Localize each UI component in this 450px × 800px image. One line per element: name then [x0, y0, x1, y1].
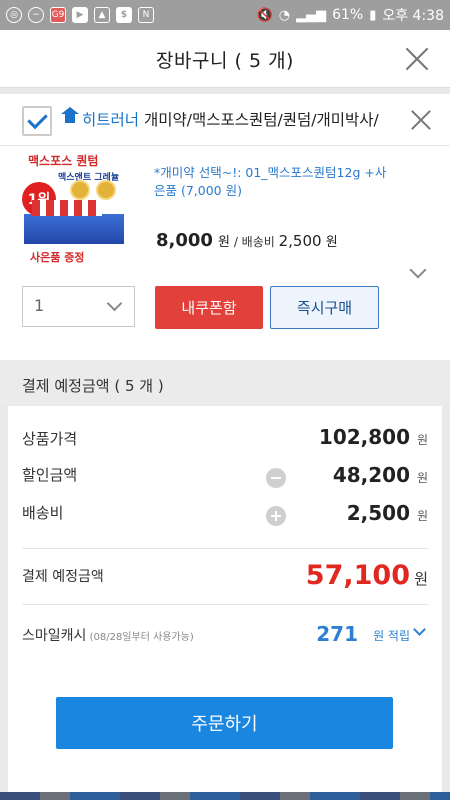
item-checkbox[interactable]	[22, 106, 52, 136]
image-icon: ▲	[94, 7, 110, 23]
medal-icon	[70, 180, 90, 200]
battery-icon: ▮	[369, 7, 377, 23]
product-price-unit: 원	[416, 433, 428, 447]
seller-row: 히트러너 개미약/맥스포스퀀텀/퀀덤/개미박사/	[0, 94, 450, 146]
smile-cash-label: 스마일캐시 (08/28일부터 사용가능)	[22, 625, 194, 645]
quantity-value: 1	[34, 296, 45, 315]
battery-percent: 61%	[332, 7, 364, 23]
seller-categories: 개미약/맥스포스퀀텀/퀀덤/개미박사/	[139, 111, 379, 129]
plus-icon	[266, 506, 286, 526]
discount-unit: 원	[416, 471, 428, 485]
smile-cash-value: 271	[316, 622, 358, 646]
smile-cash-title: 스마일캐시	[22, 628, 87, 644]
payment-summary: 상품가격 102,800 원 할인금액 48,200 원 배송비 2,500 원…	[8, 406, 442, 800]
product-price-value: 102,800	[318, 425, 410, 449]
shipping-summary-label: 배송비	[22, 504, 64, 522]
product-image-title: 맥스포스 퀀텀	[28, 154, 99, 168]
wifi-icon: ◔	[278, 7, 291, 23]
item-price-unit: 원	[218, 235, 230, 250]
summary-title: 결제 예정금액 ( 5 개 )	[22, 377, 164, 395]
discount-label: 할인금액	[22, 466, 78, 484]
total-label: 결제 예정금액	[22, 569, 104, 585]
nfc-icon: N	[138, 7, 154, 23]
chevron-down-icon	[106, 295, 123, 312]
minus-icon	[266, 468, 286, 488]
chevron-down-icon[interactable]	[413, 623, 426, 636]
dollar-app-icon: $	[116, 7, 132, 23]
chrome-icon: ◎	[6, 7, 22, 23]
remove-item-icon[interactable]	[410, 109, 432, 131]
youtube-icon: ▶	[72, 7, 88, 23]
product-price-label: 상품가격	[22, 430, 78, 448]
divider	[22, 548, 428, 549]
g9-app-icon: G9	[50, 7, 66, 23]
shipping-unit: 원	[321, 235, 338, 250]
bottom-banner-strip	[0, 792, 450, 800]
coupon-button[interactable]: 내쿠폰함	[155, 286, 263, 329]
buy-now-button[interactable]: 즉시구매	[270, 286, 379, 329]
product-image[interactable]: 맥스포스 퀀텀 맥스앤트 그레뉼 1위 사은품 증정	[20, 152, 136, 266]
option-text[interactable]: *개미약 선택~!: 01_맥스포스퀀텀12g +사은품 (7,000 원)	[154, 164, 390, 200]
order-button[interactable]: 주문하기	[56, 697, 393, 749]
shipping-summary-unit: 원	[416, 509, 428, 523]
signal-icon: ▂▄▆	[296, 7, 327, 23]
minus-circle-icon: −	[28, 7, 44, 23]
discount-value: 48,200	[332, 463, 410, 487]
seller-name: 히트러너	[82, 111, 140, 129]
status-bar: ◎ − G9 ▶ ▲ $ N 🔇 ◔ ▂▄▆ 61% ▮ 오후 4:38	[0, 0, 450, 30]
page-header: 장바구니 ( 5 개)	[0, 30, 450, 88]
seller-link[interactable]: 히트러너 개미약/맥스포스퀀텀/퀀덤/개미박사/	[82, 108, 392, 130]
product-package	[24, 200, 124, 244]
mute-icon: 🔇	[256, 7, 273, 23]
product-image-caption: 사은품 증정	[30, 251, 85, 264]
total-value: 57,100	[305, 560, 410, 591]
chevron-down-icon[interactable]	[409, 261, 427, 279]
status-time: 오후 4:38	[382, 8, 444, 24]
shipping-label: / 배송비	[230, 235, 279, 249]
medal-icon	[96, 180, 116, 200]
page-title: 장바구니 ( 5 개)	[156, 50, 294, 72]
summary-header: 결제 예정금액 ( 5 개 )	[0, 360, 450, 406]
quantity-select[interactable]: 1	[22, 286, 135, 327]
item-price: 8,000	[156, 230, 213, 251]
price-row: 8,000 원 / 배송비 2,500 원	[156, 230, 338, 251]
shipping-fee: 2,500	[278, 232, 322, 250]
total-unit: 원	[414, 570, 428, 588]
close-icon[interactable]	[404, 46, 430, 72]
smile-cash-unit: 원 적립	[373, 629, 410, 643]
divider	[22, 604, 428, 605]
home-icon	[61, 107, 79, 126]
cart-item: 히트러너 개미약/맥스포스퀀텀/퀀덤/개미박사/ 맥스포스 퀀텀 맥스앤트 그레…	[0, 94, 450, 360]
status-right: 🔇 ◔ ▂▄▆ 61% ▮ 오후 4:38	[257, 5, 444, 25]
shipping-summary-value: 2,500	[346, 501, 410, 525]
smile-cash-note: (08/28일부터 사용가능)	[86, 632, 194, 643]
